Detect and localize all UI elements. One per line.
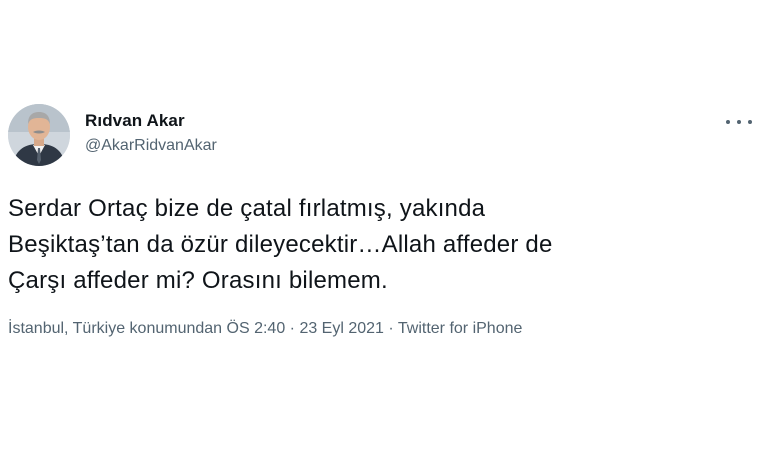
tweet-date[interactable]: 23 Eyl 2021 [299,320,384,337]
meta-separator: · [383,320,398,337]
tweet-meta: İstanbul, Türkiye konumundan ÖS 2:40 · 2… [8,320,522,338]
dot [737,120,741,124]
tweet-time[interactable]: ÖS 2:40 [227,320,286,337]
tweet-text-line: Çarşı affeder mi? Orasını bilemem. [8,267,388,294]
tweet-text-line: Serdar Ortaç bize de çatal fırlatmış, ya… [8,195,486,222]
tweet-text-line: Beşiktaş’tan da özür dileyecektir…Allah … [8,231,553,258]
author-avatar[interactable] [8,104,70,166]
tweet-location: İstanbul, Türkiye konumundan [8,320,223,337]
dot [748,120,752,124]
tweet-card: Rıdvan Akar @AkarRidvanAkar Serdar Ortaç… [0,0,760,450]
author-handle[interactable]: @AkarRidvanAkar [85,137,217,155]
tweet-text: Serdar Ortaç bize de çatal fırlatmış, ya… [8,191,728,299]
author-name[interactable]: Rıdvan Akar [85,111,185,131]
dot [726,120,730,124]
avatar-photo-icon [8,104,70,166]
meta-separator: · [285,320,300,337]
tweet-source-link[interactable]: Twitter for iPhone [398,320,523,337]
more-options-icon[interactable] [726,112,752,132]
